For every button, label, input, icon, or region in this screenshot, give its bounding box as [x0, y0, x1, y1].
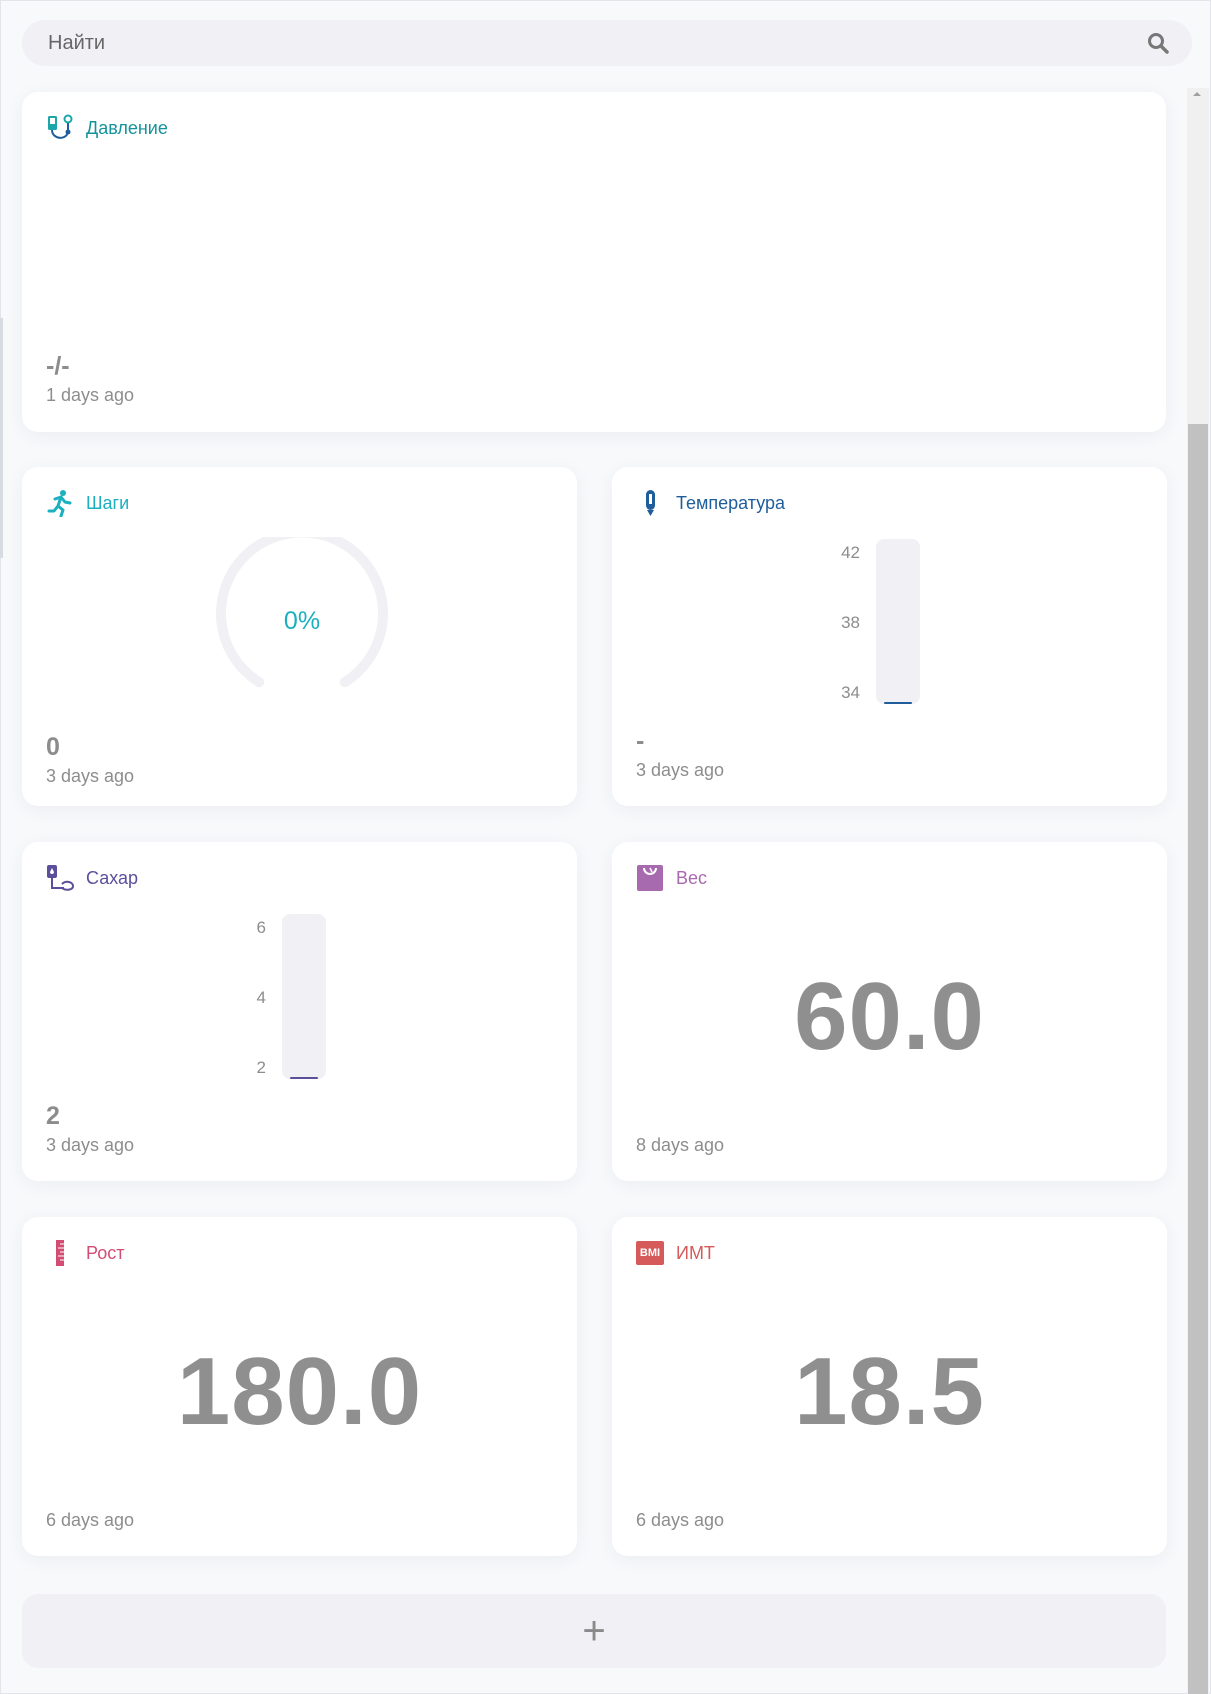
running-person-icon [46, 489, 74, 517]
bmi-icon: BMI [636, 1239, 664, 1267]
add-widget-button[interactable]: + [22, 1594, 1166, 1668]
search-icon[interactable] [1146, 31, 1170, 55]
height-title: Рост [86, 1242, 125, 1263]
sugar-value: 2 [46, 1102, 60, 1130]
scrollbar-thumb[interactable] [1188, 424, 1208, 1694]
search-input[interactable] [46, 30, 1130, 56]
temperature-tick-42: 42 [841, 543, 860, 562]
thermometer-icon [636, 489, 664, 517]
bmi-icon-text: BMI [636, 1241, 664, 1265]
sugar-tick-6: 6 [256, 918, 266, 937]
pressure-title: Давление [86, 117, 168, 138]
glucose-meter-icon [46, 864, 74, 892]
weight-value: 60.0 [794, 963, 985, 1070]
height-updated: 6 days ago [46, 1510, 135, 1530]
bmi-updated: 6 days ago [636, 1510, 725, 1530]
temperature-tick-38: 38 [841, 613, 860, 632]
temperature-value: - [636, 727, 645, 755]
temperature-title: Температура [676, 492, 786, 513]
weight-title: Вес [676, 867, 708, 888]
steps-percent-label: 0% [283, 607, 321, 635]
sugar-tick-2: 2 [256, 1058, 266, 1077]
steps-updated: 3 days ago [46, 766, 135, 786]
pressure-updated: 1 days ago [46, 385, 135, 405]
bmi-title: ИМТ [676, 1242, 715, 1263]
add-label: + [582, 1608, 606, 1653]
sugar-bar-level [290, 1077, 318, 1079]
bmi-card[interactable]: BMI ИМТ 18.5 6 days ago [612, 1217, 1167, 1556]
sugar-title: Сахар [86, 867, 139, 888]
ruler-icon [46, 1239, 74, 1267]
temperature-card[interactable]: Температура 42 38 34 - 3 days ago [612, 467, 1167, 806]
sugar-tick-4: 4 [256, 988, 266, 1007]
height-value: 180.0 [176, 1338, 423, 1445]
left-edge-accent [0, 318, 3, 558]
steps-value: 0 [46, 733, 60, 761]
temperature-bar [876, 539, 920, 704]
pressure-value: -/- [46, 352, 70, 380]
temperature-bar-level [884, 702, 912, 704]
sugar-card[interactable]: Сахар 6 4 2 2 3 days ago [22, 842, 577, 1181]
blood-pressure-icon [46, 114, 74, 142]
weight-updated: 8 days ago [636, 1135, 725, 1155]
bmi-value: 18.5 [794, 1338, 985, 1445]
height-card[interactable]: Рост 180.0 6 days ago [22, 1217, 577, 1556]
steps-title: Шаги [86, 492, 130, 513]
sugar-updated: 3 days ago [46, 1135, 135, 1155]
search-bar [22, 20, 1192, 66]
temperature-tick-34: 34 [841, 683, 860, 702]
weight-card[interactable]: Вес 60.0 8 days ago [612, 842, 1167, 1181]
scale-icon [636, 864, 664, 892]
temperature-updated: 3 days ago [636, 760, 725, 780]
scroll-up-arrow-icon[interactable] [1191, 88, 1203, 100]
pressure-card[interactable]: Давление -/- 1 days ago [22, 92, 1166, 432]
sugar-bar [282, 914, 326, 1079]
steps-card[interactable]: Шаги 0% 0 3 days ago [22, 467, 577, 806]
